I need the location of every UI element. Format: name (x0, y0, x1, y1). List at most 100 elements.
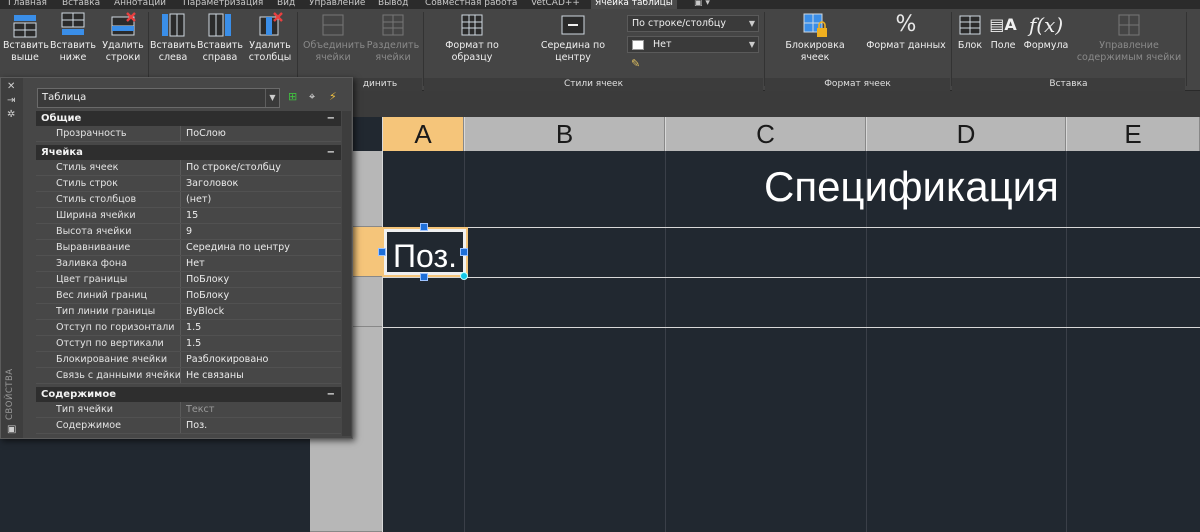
property-value[interactable]: (нет) (186, 192, 336, 207)
unmerge-cells-icon (382, 14, 404, 36)
property-value[interactable]: ПоСлою (186, 126, 336, 141)
property-row[interactable]: Высота ячейки 9 (36, 224, 341, 240)
grip-left[interactable] (378, 248, 386, 256)
quick-select-icon[interactable]: ⚡ (329, 90, 337, 103)
property-row[interactable]: Стиль ячеек По строке/столбцу (36, 160, 341, 176)
property-value[interactable]: Текст (186, 402, 336, 417)
column-header-b[interactable]: B (464, 117, 665, 151)
tab-collaborate[interactable]: Совместная работа (425, 0, 517, 9)
property-value[interactable]: 15 (186, 208, 336, 223)
property-value[interactable]: Поз. (186, 418, 336, 433)
tab-parametric[interactable]: Параметризация (183, 0, 263, 9)
property-value[interactable]: Заголовок (186, 176, 336, 191)
property-value[interactable]: По строке/столбцу (186, 160, 336, 175)
object-type-select[interactable]: Таблица ▼ (37, 88, 280, 108)
chevron-down-icon: ▼ (748, 19, 755, 28)
insert-field-label: Поле (990, 40, 1016, 51)
cell-locking-button[interactable]: Блокировка ячеек (770, 11, 860, 64)
toggle-pickadd-icon[interactable]: ⊞ (288, 90, 297, 103)
gear-icon[interactable]: ✲ (7, 109, 15, 120)
background-fill-combo[interactable]: Нет ▼ (627, 36, 759, 53)
property-value[interactable]: ByBlock (186, 304, 336, 319)
palette-scrollbar[interactable] (342, 111, 351, 436)
property-value[interactable]: Середина по центру (186, 240, 336, 255)
insert-right-button[interactable]: Вставить справа (197, 11, 243, 64)
section-header[interactable]: Ячейка − (36, 145, 341, 160)
property-value[interactable]: ПоБлоку (186, 272, 336, 287)
cell-borders-icon[interactable]: ✎ (631, 57, 640, 70)
collapse-icon[interactable]: − (327, 387, 335, 402)
tab-annotate[interactable]: Аннотации (114, 0, 166, 9)
property-value[interactable]: Разблокировано (186, 352, 336, 367)
unmerge-cells-button[interactable]: Разделить ячейки (366, 11, 420, 64)
tab-output[interactable]: Вывод (378, 0, 408, 9)
match-cell-button[interactable]: Формат по образцу (426, 11, 518, 64)
property-row[interactable]: Связь с данными ячейки Не связаны (36, 368, 341, 384)
property-row[interactable]: Стиль столбцов (нет) (36, 192, 341, 208)
tab-view[interactable]: Вид (277, 0, 295, 9)
property-value[interactable]: 1.5 (186, 320, 336, 335)
alignment-button[interactable]: Середина по центру (523, 11, 623, 64)
tab-manage[interactable]: Управление (309, 0, 365, 9)
insert-left-button[interactable]: Вставить слева (150, 11, 196, 64)
property-value[interactable]: 9 (186, 224, 336, 239)
close-icon[interactable]: ✕ (7, 81, 15, 92)
section-header[interactable]: Содержимое − (36, 387, 341, 402)
property-value[interactable]: 1.5 (186, 336, 336, 351)
property-row[interactable]: Прозрачность ПоСлою (36, 126, 341, 142)
section-header[interactable]: Общие − (36, 111, 341, 126)
auto-hide-icon[interactable]: ⇥ (7, 95, 15, 106)
tab-table-cell[interactable]: Ячейка таблицы (591, 0, 677, 9)
insert-formula-button[interactable]: f(x) Формула (1022, 11, 1070, 52)
delete-columns-button[interactable]: Удалить столбцы (246, 11, 294, 64)
column-header-a[interactable]: A (382, 117, 464, 151)
palette-menu-icon[interactable]: ▣ (7, 424, 16, 435)
column-header-e[interactable]: E (1066, 117, 1200, 151)
property-row[interactable]: Отступ по горизонтали 1.5 (36, 320, 341, 336)
grip-right[interactable] (460, 248, 468, 256)
insert-block-button[interactable]: Блок (955, 11, 985, 52)
property-row[interactable]: Выравнивание Середина по центру (36, 240, 341, 256)
selected-cell[interactable]: Поз. (382, 227, 468, 277)
property-row[interactable]: Отступ по вертикали 1.5 (36, 336, 341, 352)
group-title-cell-styles: Стили ячеек (424, 78, 763, 91)
tab-vetcad[interactable]: VetCAD++ (531, 0, 580, 9)
table-title-cell[interactable]: Спецификация (764, 163, 1059, 211)
palette-title-strip[interactable]: ✕ ⇥ ✲ СВОЙСТВА ▣ (1, 78, 23, 438)
property-row[interactable]: Вес линий границ ПоБлоку (36, 288, 341, 304)
property-row[interactable]: Заливка фона Нет (36, 256, 341, 272)
property-row[interactable]: Тип ячейки Текст (36, 402, 341, 418)
property-value[interactable]: ПоБлоку (186, 288, 336, 303)
property-value[interactable]: Нет (186, 256, 336, 271)
merge-cells-icon (322, 14, 344, 36)
tab-insert[interactable]: Вставка (62, 0, 100, 9)
property-row[interactable]: Цвет границы ПоБлоку (36, 272, 341, 288)
column-header-c[interactable]: C (665, 117, 866, 151)
property-row[interactable]: Блокирование ячейки Разблокировано (36, 352, 341, 368)
property-value[interactable]: Не связаны (186, 368, 336, 383)
grip-bottom[interactable] (420, 273, 428, 281)
cell-style-combo[interactable]: По строке/столбцу ▼ (627, 15, 759, 32)
grip-autofill[interactable] (460, 272, 468, 280)
property-row[interactable]: Тип линии границы ByBlock (36, 304, 341, 320)
tab-extra-icon[interactable]: ▣ ▾ (694, 0, 710, 9)
property-row[interactable]: Стиль строк Заголовок (36, 176, 341, 192)
delete-rows-button[interactable]: Удалить строки (100, 11, 146, 64)
manage-contents-button[interactable]: Управление содержимым ячейки (1074, 11, 1184, 64)
insert-block-label: Блок (957, 40, 983, 51)
insert-above-button[interactable]: Вставить выше (3, 11, 49, 64)
select-objects-icon[interactable]: ⌖ (309, 90, 315, 104)
merge-cells-button[interactable]: Объединить ячейки (303, 11, 365, 64)
column-header-d[interactable]: D (866, 117, 1066, 151)
tab-home[interactable]: Главная (8, 0, 47, 9)
property-name: Содержимое (56, 420, 122, 431)
property-row[interactable]: Содержимое Поз. (36, 418, 341, 434)
collapse-icon[interactable]: − (327, 111, 335, 126)
data-format-button[interactable]: % Формат данных (866, 11, 946, 52)
grip-top[interactable] (420, 223, 428, 231)
insert-below-button[interactable]: Вставить ниже (50, 11, 96, 64)
collapse-icon[interactable]: − (327, 145, 335, 160)
properties-palette[interactable]: ✕ ⇥ ✲ СВОЙСТВА ▣ Таблица ▼ ⊞ ⌖ ⚡ Общие − П… (0, 77, 353, 439)
property-row[interactable]: Ширина ячейки 15 (36, 208, 341, 224)
insert-field-button[interactable]: ▤A Поле (987, 11, 1019, 52)
